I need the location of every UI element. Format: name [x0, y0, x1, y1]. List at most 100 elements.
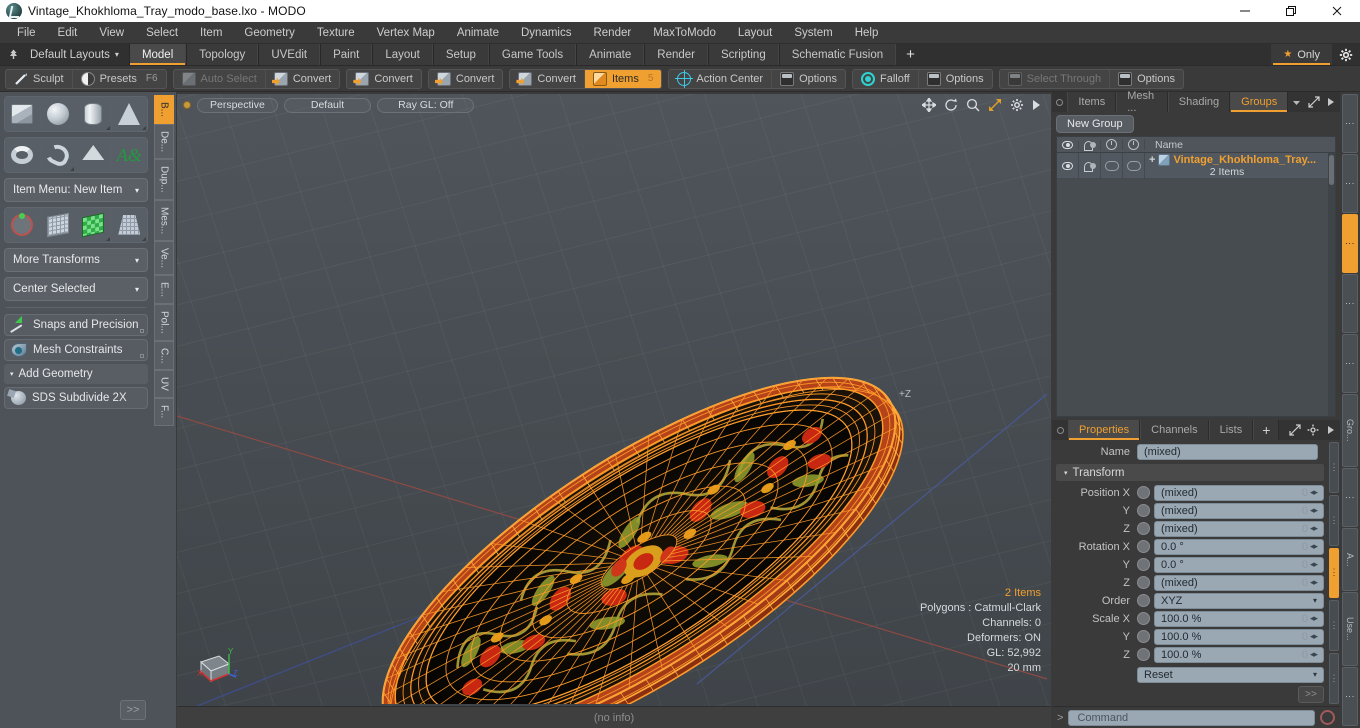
tab-uvedit[interactable]: UVEdit — [258, 44, 321, 65]
zoom-icon[interactable] — [966, 98, 980, 112]
tab-render[interactable]: Render — [644, 44, 708, 65]
cylinder-primitive-button[interactable] — [76, 97, 112, 131]
left-vtab-mes[interactable]: Mes... — [154, 199, 174, 242]
menu-item-geometry[interactable]: Geometry — [233, 22, 306, 44]
toolbar-button-convert[interactable]: Convert — [266, 70, 340, 88]
more-transforms-dropdown[interactable]: More Transforms ▾ — [4, 248, 148, 272]
toolbar-button-items[interactable]: Items 5 — [584, 69, 662, 88]
row-shape-toggle-2[interactable] — [1123, 153, 1145, 179]
left-vtab-dup[interactable]: Dup... — [154, 159, 174, 200]
left-vtab-c[interactable]: C... — [154, 340, 174, 371]
properties-strip-seg-1[interactable]: ⋮ — [1329, 494, 1339, 546]
tab-model[interactable]: Model — [128, 44, 187, 65]
new-group-button[interactable]: New Group — [1056, 115, 1134, 133]
menu-item-item[interactable]: Item — [189, 22, 233, 44]
toolbar-button-action-center[interactable]: Action Center — [669, 69, 773, 88]
home-tree-icon[interactable] — [0, 44, 26, 65]
order-knob[interactable] — [1137, 594, 1150, 607]
transform-tool-button[interactable] — [5, 208, 41, 242]
menu-item-vertex-map[interactable]: Vertex Map — [366, 22, 446, 44]
field-knob[interactable] — [1137, 504, 1150, 517]
properties-strip-seg-3[interactable]: ⋮ — [1329, 600, 1339, 652]
text-primitive-button[interactable]: A& — [111, 138, 147, 172]
sds-subdivide-button[interactable]: SDS Subdivide 2X — [4, 387, 148, 409]
field-stepper[interactable]: 0 ◂▸ — [1302, 487, 1318, 499]
only-toggle-button[interactable]: ★ Only — [1271, 44, 1332, 65]
tab-items[interactable]: Items — [1067, 92, 1117, 112]
row-ghost-toggle[interactable] — [1079, 153, 1101, 179]
field-input[interactable]: (mixed) 0 ◂▸ — [1154, 502, 1324, 519]
right-vtab-2[interactable]: ⋮ — [1342, 214, 1358, 274]
order-dropdown[interactable]: XYZ ▾ — [1154, 592, 1324, 609]
menu-item-animate[interactable]: Animate — [446, 22, 510, 44]
groups-table-empty-area[interactable] — [1057, 179, 1335, 416]
left-vtab-f[interactable]: F... — [154, 398, 174, 426]
left-panel-expand-button[interactable]: >> — [120, 700, 146, 720]
field-stepper[interactable]: 0 ◂▸ — [1302, 649, 1318, 661]
field-stepper[interactable]: 0 ◂▸ — [1302, 613, 1318, 625]
field-knob[interactable] — [1137, 540, 1150, 553]
gear-icon[interactable] — [1010, 98, 1024, 112]
right-vtab-5[interactable]: Gro... — [1342, 394, 1358, 467]
menu-item-file[interactable]: File — [6, 22, 47, 44]
cube-primitive-button[interactable] — [5, 97, 41, 131]
tab-layout[interactable]: Layout — [372, 44, 433, 65]
mesh-constraints-button[interactable]: Mesh Constraints — [4, 339, 148, 361]
close-button[interactable] — [1314, 0, 1360, 22]
field-knob[interactable] — [1137, 648, 1150, 661]
properties-strip-seg-0[interactable]: ⋮ — [1329, 442, 1339, 493]
add-layout-tab[interactable]: + — [896, 44, 925, 65]
left-vtab-e[interactable]: E... — [154, 275, 174, 305]
toolbar-button-options[interactable]: Options — [1110, 70, 1183, 88]
rotate-icon[interactable] — [944, 98, 958, 112]
field-knob[interactable] — [1137, 558, 1150, 571]
tab-animate[interactable]: Animate — [576, 44, 645, 65]
field-input[interactable]: 100.0 % 0 ◂▸ — [1154, 610, 1324, 627]
toolbar-button-auto-select[interactable]: Auto Select — [174, 69, 266, 88]
record-dot-icon[interactable] — [1052, 420, 1068, 440]
command-input[interactable]: Command — [1068, 709, 1315, 726]
maximize-button[interactable] — [1268, 0, 1314, 22]
expand-icon[interactable] — [1305, 92, 1322, 112]
play-icon[interactable] — [1032, 99, 1041, 111]
add-geometry-section[interactable]: ▾ Add Geometry — [4, 364, 148, 384]
field-knob[interactable] — [1137, 612, 1150, 625]
center-selected-dropdown[interactable]: Center Selected ▾ — [4, 277, 148, 301]
field-stepper[interactable]: 0 ◂▸ — [1302, 631, 1318, 643]
tab-mesh[interactable]: Mesh ... — [1116, 90, 1168, 114]
tab-lists[interactable]: Lists — [1208, 420, 1254, 440]
left-vtab-b[interactable]: B... — [154, 95, 174, 125]
field-knob[interactable] — [1137, 522, 1150, 535]
menu-item-help[interactable]: Help — [844, 22, 890, 44]
row-visibility-toggle[interactable] — [1057, 153, 1079, 179]
field-stepper[interactable]: 0 ◂▸ — [1302, 505, 1318, 517]
tab-game-tools[interactable]: Game Tools — [488, 44, 577, 65]
fit-icon[interactable] — [988, 98, 1002, 112]
arrow-right-icon[interactable] — [1323, 92, 1340, 112]
field-stepper[interactable]: 0 ◂▸ — [1302, 577, 1318, 589]
right-vtab-4[interactable]: ⋮ — [1342, 334, 1358, 394]
chevron-down-icon[interactable] — [1288, 92, 1305, 112]
menu-item-maxtomodo[interactable]: MaxToModo — [642, 22, 727, 44]
record-icon[interactable] — [1320, 710, 1335, 725]
menu-item-select[interactable]: Select — [135, 22, 189, 44]
tab-shading[interactable]: Shading — [1167, 92, 1231, 112]
view-mode-dropdown[interactable]: Perspective — [197, 97, 278, 113]
minimize-button[interactable] — [1222, 0, 1268, 22]
tab-setup[interactable]: Setup — [432, 44, 489, 65]
sphere-primitive-button[interactable] — [40, 97, 76, 131]
tab-schematic-fusion[interactable]: Schematic Fusion — [778, 44, 897, 65]
right-vtab-7[interactable]: A... — [1342, 527, 1358, 592]
toolbar-button-falloff[interactable]: Falloff — [853, 69, 919, 88]
menu-item-render[interactable]: Render — [582, 22, 642, 44]
right-vtab-0[interactable]: ⋮ — [1342, 94, 1358, 154]
field-stepper[interactable]: 0 ◂▸ — [1302, 523, 1318, 535]
shading-dropdown[interactable]: Default — [283, 97, 372, 113]
menu-item-edit[interactable]: Edit — [47, 22, 89, 44]
bend-tool-button[interactable] — [40, 208, 76, 242]
polygon-primitive-button[interactable] — [76, 138, 112, 172]
record-dot-icon[interactable] — [1052, 92, 1067, 112]
tab-groups[interactable]: Groups — [1230, 92, 1289, 112]
field-stepper[interactable]: 0 ◂▸ — [1302, 541, 1318, 553]
right-vtab-6[interactable]: ⋮ — [1342, 467, 1358, 527]
